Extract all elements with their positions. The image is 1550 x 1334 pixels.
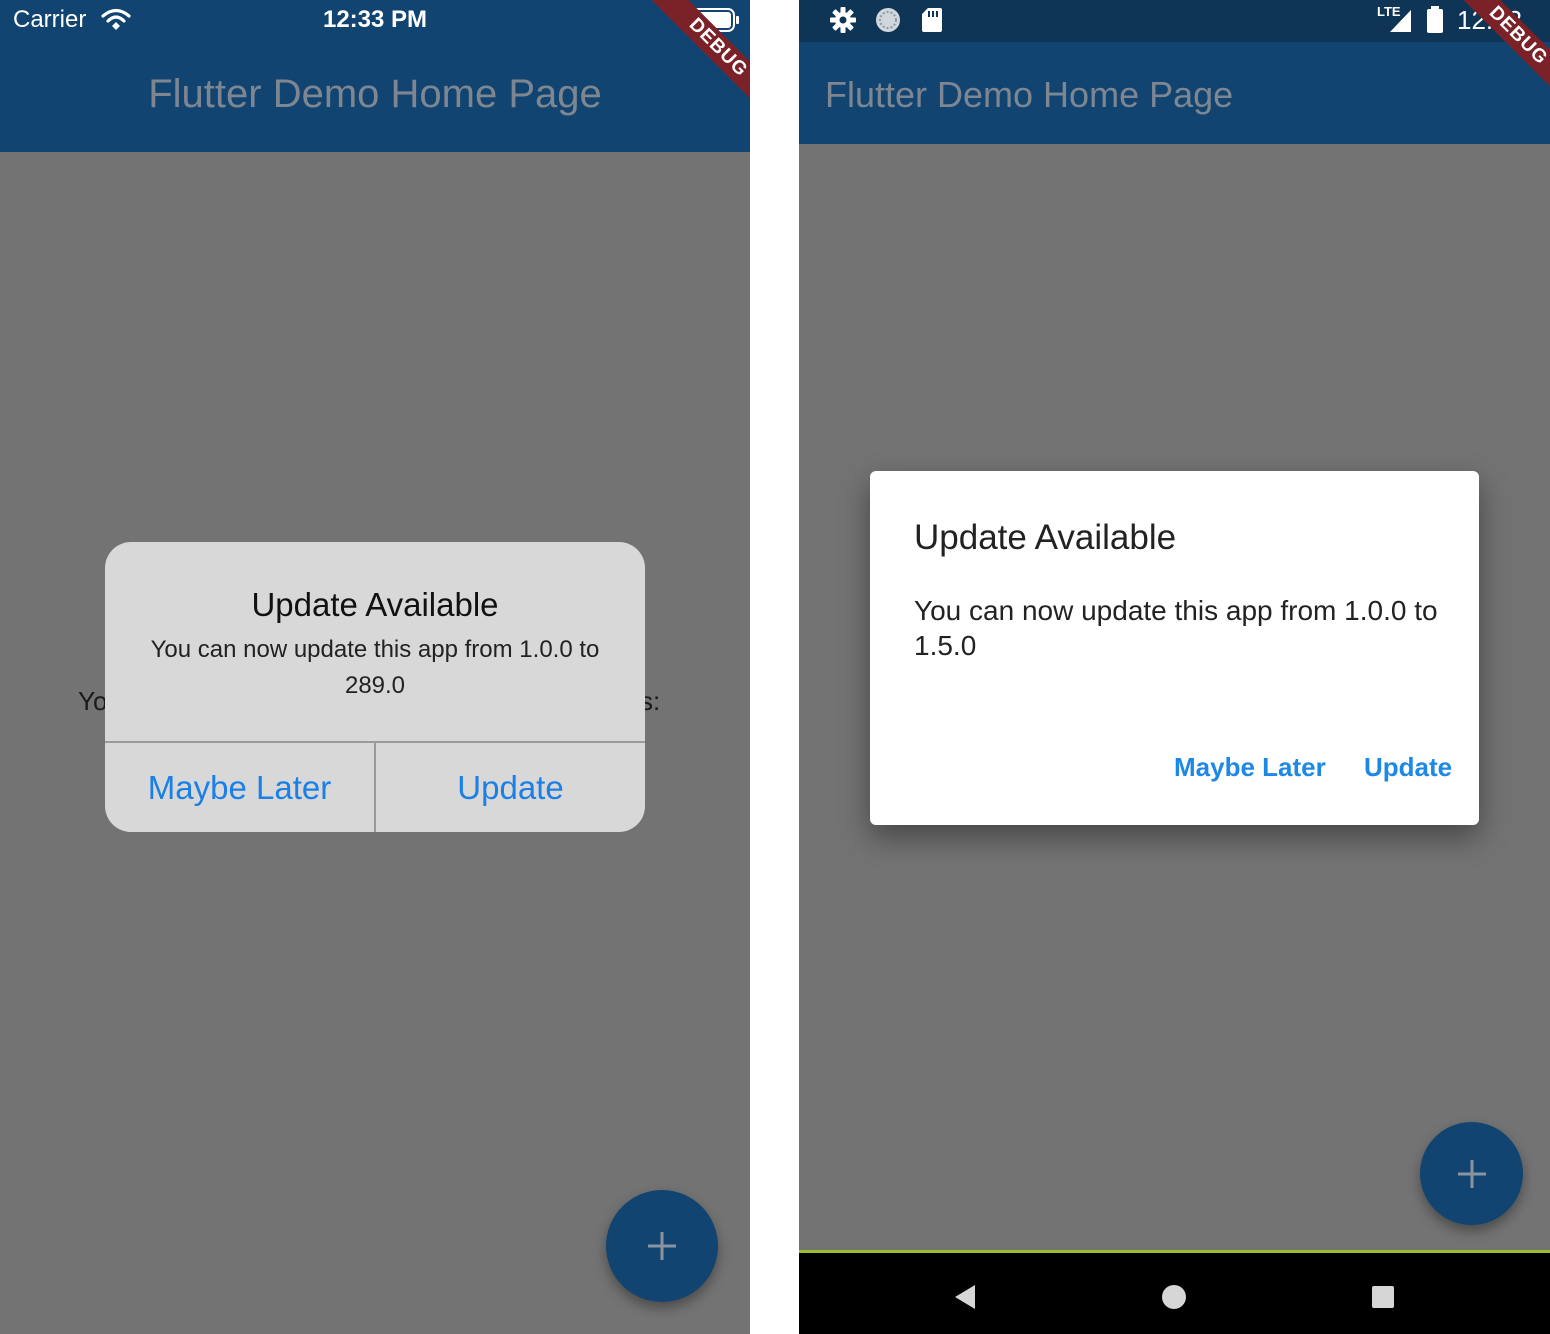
signal-icon [1390,10,1411,32]
counter-label-fragment: Yo [78,686,108,716]
update-button[interactable]: Update [376,743,645,832]
update-dialog: Update Available You can now update this… [870,471,1479,825]
maybe-later-button[interactable]: Maybe Later [105,743,374,832]
dialog-title: Update Available [251,586,499,623]
update-dialog: Update Available You can now update this… [105,542,645,832]
android-screen: LTE 12:33 Flutter Demo Home Page Update … [799,0,1550,1334]
navigation-bar [799,1253,1550,1334]
dialog-message: You can now update this app from 1.0.0 t… [150,636,600,699]
dialog-message: You can now update this app from 1.0.0 t… [914,595,1438,661]
app-bar-title: Flutter Demo Home Page [148,72,602,116]
plus-icon [1457,1159,1486,1188]
increment-fab[interactable] [1420,1122,1523,1225]
gear-icon [830,7,856,33]
dialog-title: Update Available [914,518,1177,557]
maybe-later-button[interactable]: Maybe Later [1174,752,1326,783]
plus-icon [648,1232,676,1260]
battery-icon [1427,6,1443,33]
sd-card-icon [922,8,942,32]
increment-fab[interactable] [606,1190,718,1302]
update-button[interactable]: Update [1364,752,1452,783]
app-bar: Flutter Demo Home Page [799,42,1550,144]
loading-icon [876,8,900,32]
back-icon[interactable] [953,1284,977,1310]
recents-icon[interactable] [1372,1286,1394,1308]
home-icon[interactable] [1162,1285,1186,1309]
status-bar: Carrier 12:33 PM [0,0,750,44]
app-bar: Carrier 12:33 PM Flutter Demo Home Page [0,0,750,152]
status-bar: LTE 12:33 [799,0,1550,42]
app-bar-title: Flutter Demo Home Page [825,74,1234,115]
ios-screen: Carrier 12:33 PM Flutter Demo Home Page … [0,0,750,1334]
clock: 12:33 PM [322,6,428,33]
